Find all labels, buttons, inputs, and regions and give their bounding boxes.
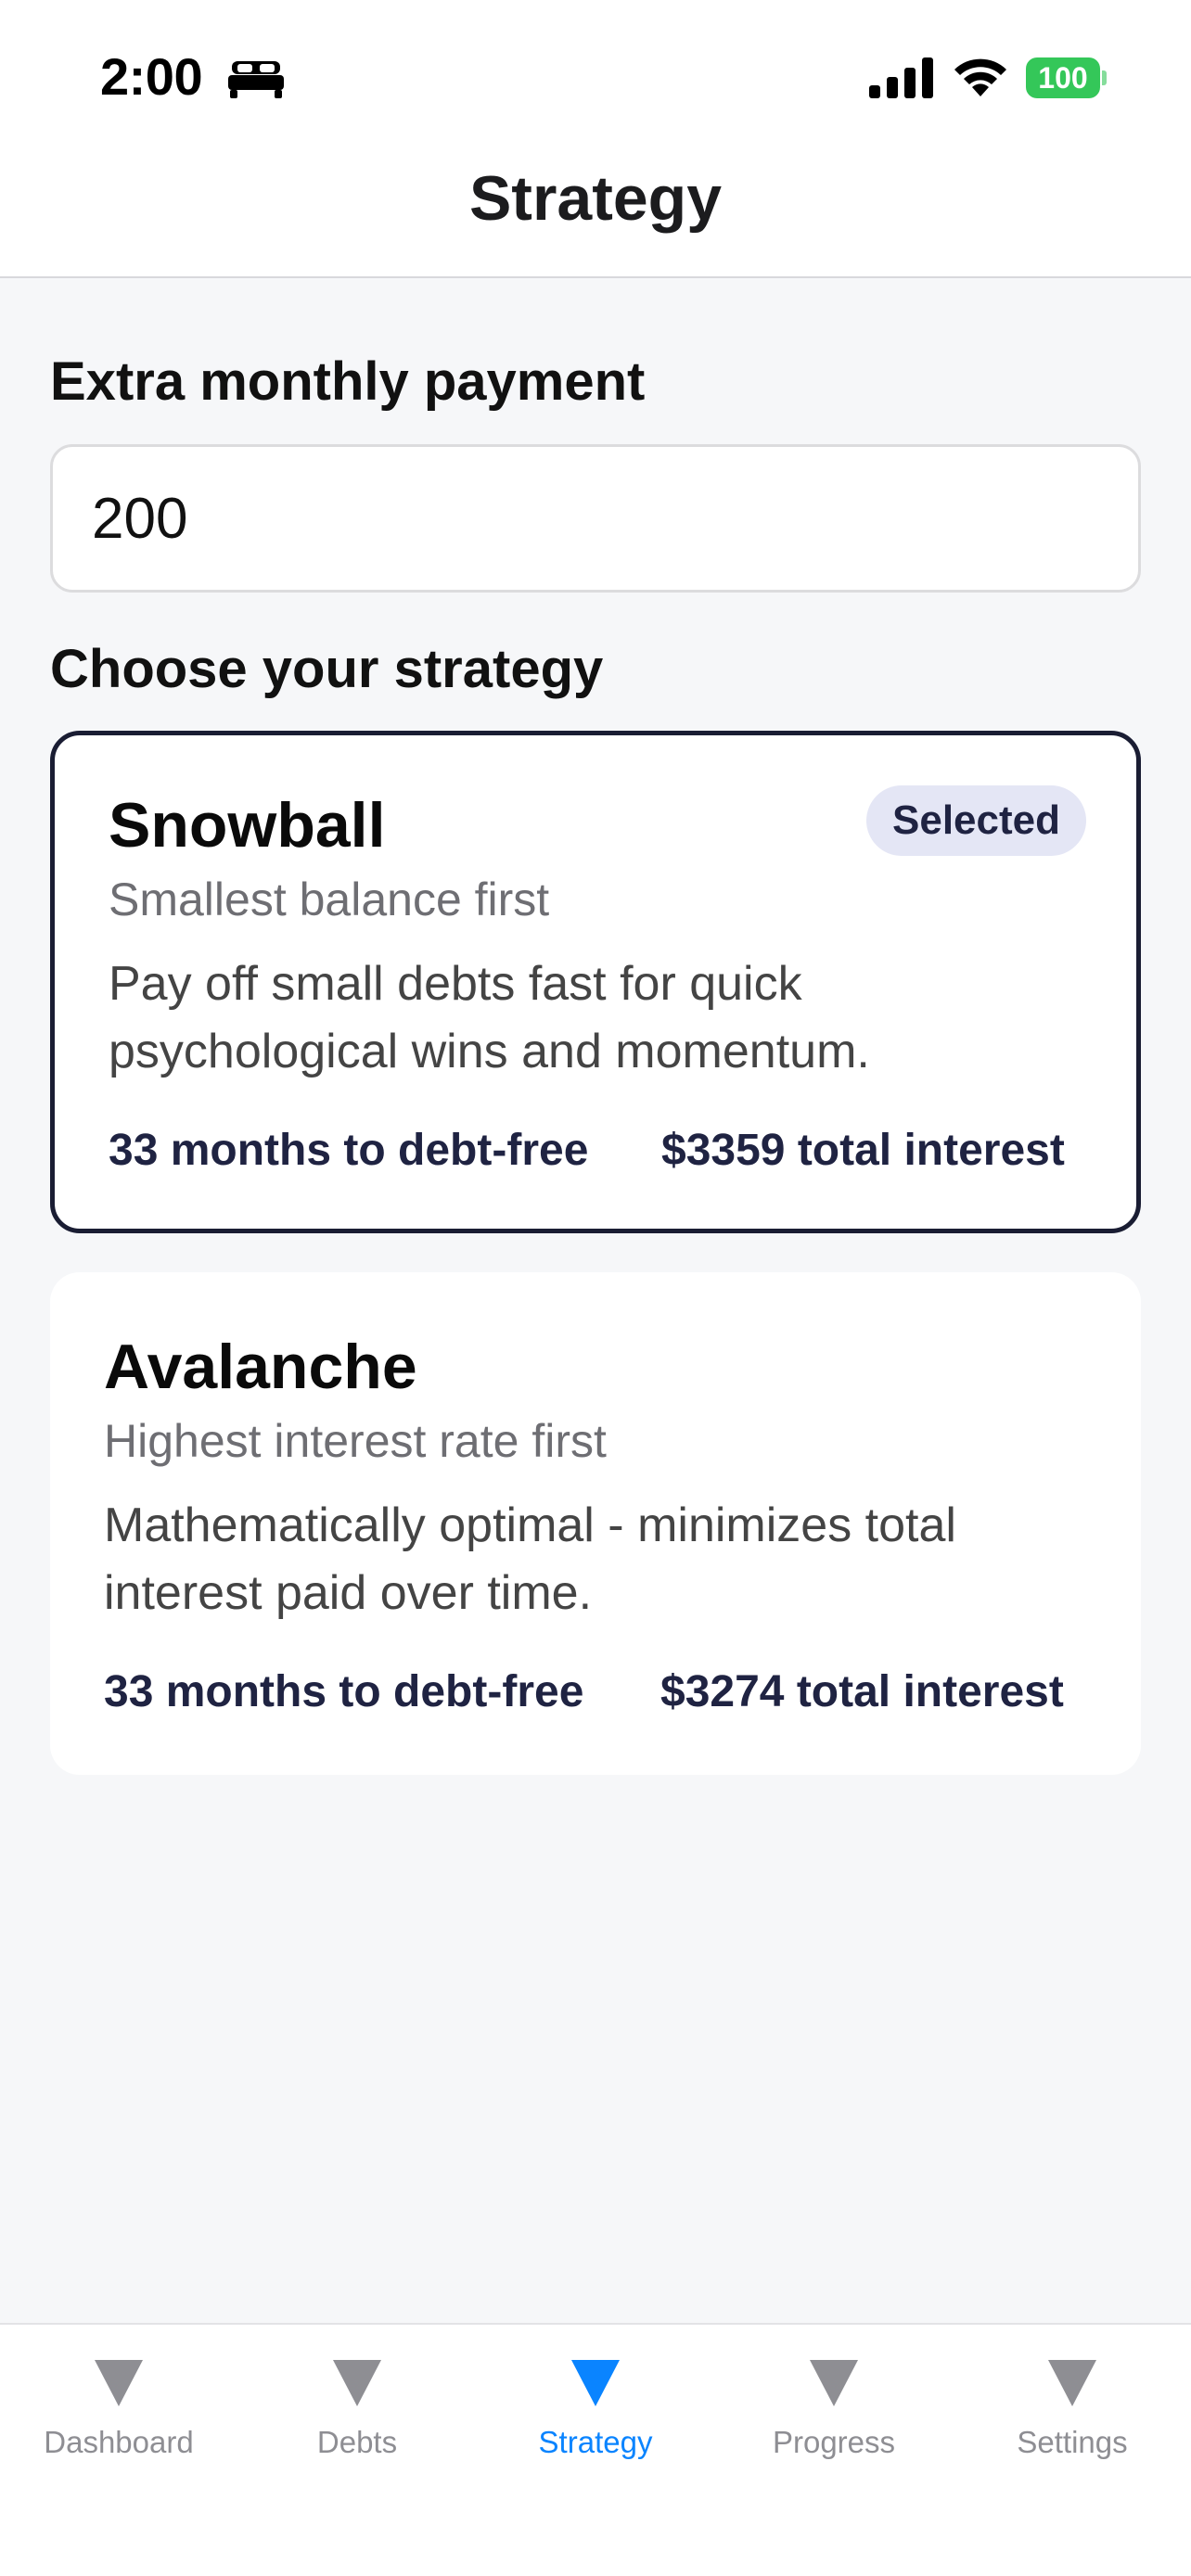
tab-dashboard[interactable]: Dashboard bbox=[0, 2325, 237, 2510]
wifi-icon bbox=[954, 58, 1006, 96]
tab-progress[interactable]: Progress bbox=[715, 2325, 953, 2510]
strategy-tab-icon bbox=[571, 2360, 620, 2406]
strategy-description: Mathematically optimal - minimizes total… bbox=[104, 1498, 956, 1620]
cellular-signal-icon bbox=[869, 57, 933, 98]
tab-label: Dashboard bbox=[44, 2425, 194, 2459]
strategy-screen: 2:00 100 Strategy Extra monthly payment … bbox=[0, 0, 1191, 2576]
tab-label: Progress bbox=[772, 2425, 896, 2459]
months-to-debt-free: 33 months to debt-free bbox=[109, 1126, 589, 1175]
settings-tab-icon bbox=[1048, 2360, 1096, 2406]
strategy-section-label: Choose your strategy bbox=[50, 639, 604, 699]
debts-tab-icon bbox=[333, 2360, 381, 2406]
bed-icon bbox=[228, 61, 284, 98]
tab-label: Settings bbox=[1017, 2425, 1128, 2459]
navigation-header: Strategy bbox=[0, 148, 1191, 278]
tab-label: Debts bbox=[316, 2425, 398, 2459]
status-time: 2:00 bbox=[100, 47, 203, 106]
selected-badge: Selected bbox=[866, 785, 1086, 856]
strategy-description: Pay off small debts fast for quick psych… bbox=[109, 957, 870, 1078]
battery-icon: 100 bbox=[1026, 57, 1107, 98]
months-to-debt-free: 33 months to debt-free bbox=[104, 1667, 584, 1716]
total-interest: $3359 total interest bbox=[661, 1126, 1065, 1175]
total-interest: $3274 total interest bbox=[660, 1667, 1064, 1716]
extra-payment-label: Extra monthly payment bbox=[50, 351, 646, 412]
strategy-title: Snowball bbox=[109, 790, 386, 861]
tab-debts[interactable]: Debts bbox=[238, 2325, 476, 2510]
strategy-subtitle: Highest interest rate first bbox=[104, 1415, 607, 1467]
battery-cap bbox=[1102, 70, 1107, 85]
tab-strategy[interactable]: Strategy bbox=[477, 2325, 714, 2510]
tab-label: Strategy bbox=[538, 2425, 653, 2459]
strategy-title: Avalanche bbox=[104, 1332, 417, 1402]
strategy-card-avalanche[interactable]: Avalanche Highest interest rate first Ma… bbox=[50, 1272, 1141, 1775]
status-bar: 2:00 100 bbox=[0, 0, 1191, 148]
strategy-subtitle: Smallest balance first bbox=[109, 874, 550, 925]
dashboard-tab-icon bbox=[95, 2360, 143, 2406]
page-title: Strategy bbox=[468, 163, 723, 234]
progress-tab-icon bbox=[810, 2360, 858, 2406]
battery-level: 100 bbox=[1026, 57, 1100, 98]
extra-payment-input[interactable] bbox=[50, 444, 1141, 593]
tab-settings[interactable]: Settings bbox=[954, 2325, 1191, 2510]
strategy-card-snowball[interactable]: Snowball Selected Smallest balance first… bbox=[50, 731, 1141, 1233]
tab-bar: Dashboard Debts Strategy Progress Settin… bbox=[0, 2323, 1191, 2576]
